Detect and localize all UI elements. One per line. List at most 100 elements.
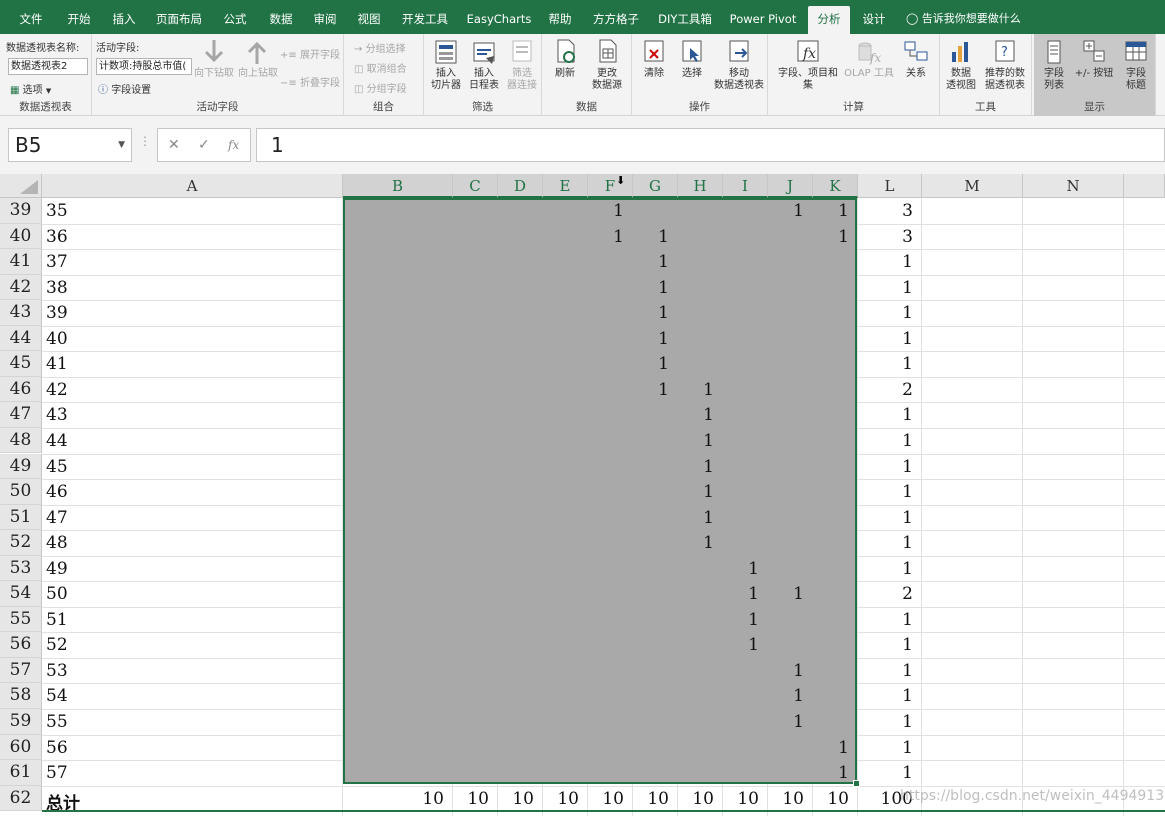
move-pivot-button[interactable]: 移动 数据透视表	[712, 38, 766, 92]
row-header-58[interactable]: 58	[0, 683, 42, 709]
recommended-pivot-icon: ?	[995, 40, 1015, 62]
active-field-input[interactable]: 计数项:持股总市值(	[96, 58, 192, 75]
field-settings-button[interactable]: ⓘ 字段设置	[98, 81, 151, 96]
group-data: 刷新 更改 数据源 数据	[542, 34, 632, 116]
insert-timeline-button[interactable]: 插入 日程表	[466, 38, 502, 92]
insert-slicer-button[interactable]: 插入 切片器	[428, 38, 464, 92]
row-header-57[interactable]: 57	[0, 657, 42, 684]
column-header-i[interactable]: I	[723, 174, 768, 198]
field-headers-button[interactable]: 字段 标题	[1118, 38, 1154, 92]
row-header-56[interactable]: 56	[0, 632, 42, 658]
drill-down-button[interactable]: 向下钻取	[194, 38, 234, 80]
column-header-j[interactable]: J	[768, 174, 813, 198]
tell-me-box[interactable]: ◯ 告诉我你想要做什么	[906, 6, 1021, 32]
row-header-61[interactable]: 61	[0, 760, 42, 786]
row-header-49[interactable]: 49	[0, 453, 42, 480]
fields-items-sets-button[interactable]: fx 字段、项目和 集	[772, 38, 844, 92]
row-total-cell: 2	[902, 584, 913, 605]
row-header-42[interactable]: 42	[0, 274, 42, 301]
row-header-44[interactable]: 44	[0, 325, 42, 352]
column-header-k[interactable]: K	[813, 174, 858, 198]
row-header-40[interactable]: 40	[0, 223, 42, 250]
column-header-m[interactable]: M	[922, 174, 1023, 198]
row-header-59[interactable]: 59	[0, 709, 42, 735]
chevron-down-icon[interactable]: ▼	[118, 129, 125, 161]
expand-field-button[interactable]: +≡ 展开字段	[280, 46, 340, 61]
tab-view[interactable]: 视图	[348, 6, 390, 34]
move-icon	[729, 40, 749, 62]
olap-tools-button[interactable]: fx OLAP 工具	[844, 38, 894, 80]
column-header-a[interactable]: A	[42, 174, 343, 198]
tab-formulas[interactable]: 公式	[214, 6, 256, 34]
plus-minus-buttons-button[interactable]: +/- 按钮	[1072, 38, 1116, 80]
column-header-f[interactable]: F	[588, 174, 633, 198]
options-button[interactable]: ▦ 选项 ▼	[10, 81, 51, 96]
collapse-icon: −≡	[280, 78, 297, 89]
collapse-field-button[interactable]: −≡ 折叠字段	[280, 74, 340, 89]
tab-file[interactable]: 文件	[10, 6, 52, 34]
column-header-d[interactable]: D	[498, 174, 543, 198]
tab-review[interactable]: 审阅	[304, 6, 346, 34]
tab-power-pivot[interactable]: Power Pivot	[724, 6, 802, 34]
row-header-39[interactable]: 39	[0, 198, 42, 224]
row-header-47[interactable]: 47	[0, 402, 42, 428]
row-header-41[interactable]: 41	[0, 249, 42, 275]
recommended-pivot-button[interactable]: ? 推荐的数 据透视表	[980, 38, 1030, 92]
cancel-icon[interactable]: ✕	[168, 137, 180, 153]
formula-input[interactable]: 1	[256, 128, 1165, 162]
tab-home[interactable]: 开始	[56, 6, 102, 34]
insert-function-icon[interactable]: fx	[228, 138, 239, 152]
column-header-g[interactable]: G	[633, 174, 678, 198]
tab-fangfang[interactable]: 方方格子	[586, 6, 646, 34]
column-header-b[interactable]: B	[343, 174, 453, 198]
clear-button[interactable]: 清除	[636, 38, 672, 80]
row-total-cell: 1	[902, 660, 913, 681]
tab-analyze[interactable]: 分析	[808, 6, 850, 34]
check-icon[interactable]: ✓	[198, 137, 210, 153]
filter-connections-button[interactable]: 筛选 器连接	[504, 38, 540, 92]
tab-insert[interactable]: 插入	[104, 6, 144, 34]
tab-developer[interactable]: 开发工具	[394, 6, 456, 34]
row-header-50[interactable]: 50	[0, 479, 42, 505]
row-header-62[interactable]: 62	[0, 785, 42, 812]
tab-design[interactable]: 设计	[852, 6, 896, 34]
refresh-button[interactable]: 刷新	[548, 38, 582, 80]
column-header-l[interactable]: L	[858, 174, 922, 198]
ungroup-button[interactable]: ◫ 取消组合	[354, 60, 407, 75]
row-header-60[interactable]: 60	[0, 734, 42, 761]
row-header-48[interactable]: 48	[0, 427, 42, 454]
row-label-cell: 57	[46, 763, 68, 784]
row-header-46[interactable]: 46	[0, 376, 42, 403]
select-button[interactable]: 选择	[674, 38, 710, 80]
pivot-name-input[interactable]: 数据透视表2	[8, 58, 88, 75]
formula-bar-splitter[interactable]: ⋮	[139, 134, 151, 148]
name-box[interactable]: B5 ▼	[8, 128, 132, 162]
tab-help[interactable]: 帮助	[540, 6, 580, 34]
row-header-53[interactable]: 53	[0, 555, 42, 582]
pivot-chart-button[interactable]: 数据 透视图	[942, 38, 980, 92]
drill-up-button[interactable]: 向上钻取	[238, 38, 278, 80]
worksheet-grid[interactable]: ABCDEFGHIJKLMN 39 40 41 42 43 44 45 46 47 48 49 50 5…	[0, 174, 1165, 816]
row-header-54[interactable]: 54	[0, 581, 42, 607]
column-header-n[interactable]: N	[1023, 174, 1124, 198]
column-header-h[interactable]: H	[678, 174, 723, 198]
row-header-51[interactable]: 51	[0, 504, 42, 531]
relationships-button[interactable]: 关系	[896, 38, 936, 80]
change-source-button[interactable]: 更改 数据源	[584, 38, 630, 92]
tab-diy-toolbox[interactable]: DIY工具箱	[652, 6, 718, 34]
tab-page-layout[interactable]: 页面布局	[150, 6, 208, 34]
row-label-cell: 45	[46, 456, 68, 477]
tab-easycharts[interactable]: EasyCharts	[462, 6, 536, 34]
tab-data[interactable]: 数据	[260, 6, 302, 34]
group-selection-button[interactable]: → 分组选择	[354, 40, 406, 55]
row-label-cell: 54	[46, 686, 68, 707]
row-header-45[interactable]: 45	[0, 351, 42, 377]
group-field-button[interactable]: ◫ 分组字段	[354, 80, 407, 95]
row-header-55[interactable]: 55	[0, 606, 42, 633]
field-list-button[interactable]: 字段 列表	[1036, 38, 1072, 92]
row-header-52[interactable]: 52	[0, 530, 42, 556]
column-header-e[interactable]: E	[543, 174, 588, 198]
select-all-button[interactable]	[0, 174, 42, 198]
column-header-c[interactable]: C	[453, 174, 498, 198]
row-header-43[interactable]: 43	[0, 300, 42, 326]
